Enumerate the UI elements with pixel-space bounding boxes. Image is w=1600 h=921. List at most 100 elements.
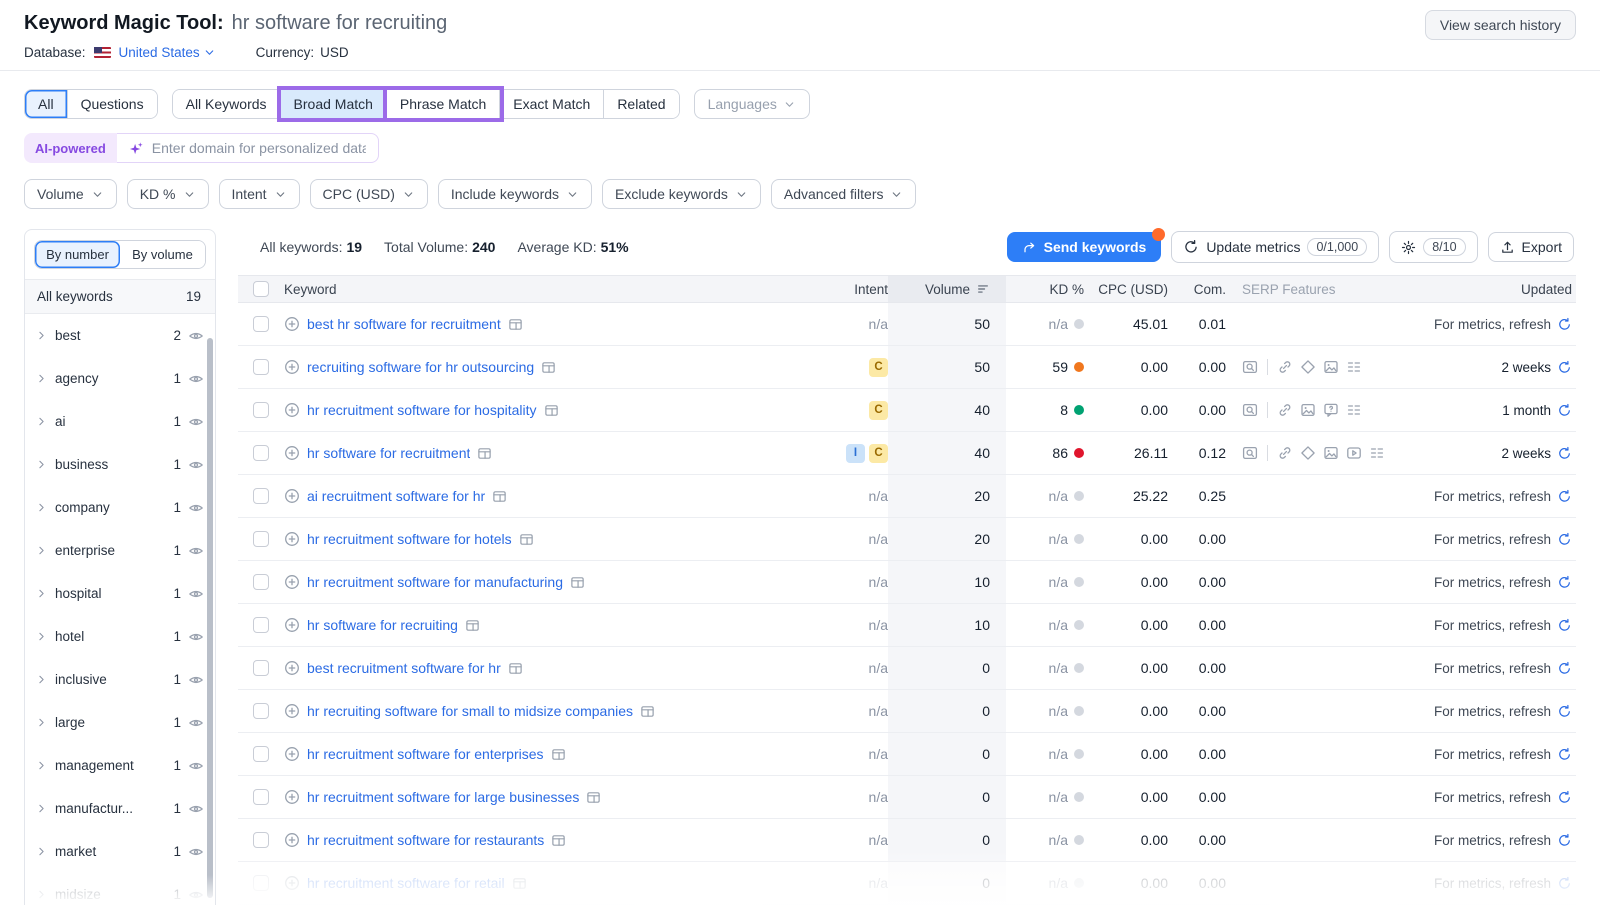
row-checkbox[interactable]	[253, 402, 269, 418]
featured-snippet-icon[interactable]	[1300, 445, 1316, 461]
tab-phrase-match-annotated[interactable]: Phrase Match	[387, 90, 500, 118]
add-keyword-icon[interactable]	[284, 359, 300, 375]
eye-icon[interactable]	[188, 328, 204, 344]
row-checkbox[interactable]	[253, 488, 269, 504]
toggle-by-number[interactable]: By number	[35, 241, 120, 268]
refresh-icon[interactable]	[1557, 446, 1572, 461]
sidebar-group-inclusive[interactable]: inclusive1	[25, 658, 215, 701]
sitelinks-icon[interactable]	[1277, 445, 1293, 461]
keyword-link[interactable]: hr recruitment software for manufacturin…	[307, 574, 563, 590]
add-keyword-icon[interactable]	[284, 832, 300, 848]
keyword-link[interactable]: hr software for recruitment	[307, 445, 470, 461]
row-checkbox[interactable]	[253, 316, 269, 332]
image-pack-icon[interactable]	[1323, 359, 1339, 375]
keyword-link[interactable]: hr recruitment software for large busine…	[307, 789, 579, 805]
row-checkbox[interactable]	[253, 875, 269, 891]
serp-preview-icon[interactable]	[492, 489, 507, 504]
add-keyword-icon[interactable]	[284, 445, 300, 461]
sitelinks-icon[interactable]	[1277, 402, 1293, 418]
people-also-ask-icon[interactable]	[1323, 402, 1339, 418]
serp-preview-icon[interactable]	[541, 360, 556, 375]
settings-button[interactable]: 8/10	[1389, 231, 1477, 263]
sidebar-group-business[interactable]: business1	[25, 443, 215, 486]
keyword-link[interactable]: ai recruitment software for hr	[307, 488, 485, 504]
filter-volume[interactable]: Volume	[24, 179, 117, 209]
serp-preview-icon[interactable]	[551, 747, 566, 762]
eye-icon[interactable]	[188, 629, 204, 645]
refresh-icon[interactable]	[1557, 317, 1572, 332]
tab-exact-match[interactable]: Exact Match	[500, 90, 604, 118]
serp-preview-icon[interactable]	[544, 403, 559, 418]
sidebar-group-hotel[interactable]: hotel1	[25, 615, 215, 658]
row-checkbox[interactable]	[253, 789, 269, 805]
sitelinks-icon[interactable]	[1277, 359, 1293, 375]
video-icon[interactable]	[1346, 445, 1362, 461]
column-volume[interactable]: Volume	[888, 276, 1006, 302]
refresh-icon[interactable]	[1557, 403, 1572, 418]
database-selector[interactable]: United States	[119, 45, 216, 60]
sidebar-group-large[interactable]: large1	[25, 701, 215, 744]
refresh-icon[interactable]	[1557, 360, 1572, 375]
eye-icon[interactable]	[188, 801, 204, 817]
keyword-link[interactable]: hr recruiting software for small to mids…	[307, 703, 633, 719]
sidebar-group-market[interactable]: market1	[25, 830, 215, 873]
add-keyword-icon[interactable]	[284, 875, 300, 891]
eye-icon[interactable]	[188, 500, 204, 516]
related-searches-icon[interactable]	[1346, 402, 1362, 418]
serp-preview-icon[interactable]	[465, 618, 480, 633]
sidebar-group-manufactur-[interactable]: manufactur...1	[25, 787, 215, 830]
add-keyword-icon[interactable]	[284, 488, 300, 504]
tab-all[interactable]: All	[25, 90, 68, 118]
row-checkbox[interactable]	[253, 703, 269, 719]
filter-cpc-usd-[interactable]: CPC (USD)	[310, 179, 428, 209]
tab-all-keywords[interactable]: All Keywords	[173, 90, 281, 118]
sidebar-scrollbar[interactable]	[207, 338, 213, 898]
column-intent[interactable]: Intent	[824, 282, 888, 297]
send-keywords-button[interactable]: Send keywords	[1007, 232, 1162, 262]
eye-icon[interactable]	[188, 543, 204, 559]
eye-icon[interactable]	[188, 414, 204, 430]
eye-icon[interactable]	[188, 887, 204, 903]
serp-preview-icon[interactable]	[1242, 445, 1258, 461]
row-checkbox[interactable]	[253, 832, 269, 848]
refresh-icon[interactable]	[1557, 532, 1572, 547]
sidebar-group-ai[interactable]: ai1	[25, 400, 215, 443]
row-checkbox[interactable]	[253, 617, 269, 633]
refresh-icon[interactable]	[1557, 575, 1572, 590]
column-cpc[interactable]: CPC (USD)	[1084, 282, 1168, 297]
column-kd[interactable]: KD %	[1006, 282, 1084, 297]
add-keyword-icon[interactable]	[284, 531, 300, 547]
serp-preview-icon[interactable]	[640, 704, 655, 719]
related-searches-icon[interactable]	[1346, 359, 1362, 375]
serp-preview-icon[interactable]	[508, 317, 523, 332]
refresh-icon[interactable]	[1557, 876, 1572, 891]
add-keyword-icon[interactable]	[284, 660, 300, 676]
column-keyword[interactable]: Keyword	[284, 282, 824, 297]
refresh-icon[interactable]	[1557, 833, 1572, 848]
add-keyword-icon[interactable]	[284, 402, 300, 418]
serp-preview-icon[interactable]	[508, 661, 523, 676]
domain-input[interactable]	[152, 140, 366, 156]
keyword-link[interactable]: hr recruitment software for hospitality	[307, 402, 537, 418]
sidebar-group-hospital[interactable]: hospital1	[25, 572, 215, 615]
column-updated[interactable]: Updated	[1398, 282, 1576, 297]
eye-icon[interactable]	[188, 758, 204, 774]
export-button[interactable]: Export	[1488, 232, 1574, 262]
row-checkbox[interactable]	[253, 746, 269, 762]
eye-icon[interactable]	[188, 715, 204, 731]
update-metrics-button[interactable]: Update metrics 0/1,000	[1171, 231, 1379, 263]
serp-preview-icon[interactable]	[551, 833, 566, 848]
keyword-link[interactable]: recruiting software for hr outsourcing	[307, 359, 534, 375]
row-checkbox[interactable]	[253, 574, 269, 590]
select-all-checkbox[interactable]	[253, 281, 269, 297]
related-searches-icon[interactable]	[1369, 445, 1385, 461]
serp-preview-icon[interactable]	[477, 446, 492, 461]
refresh-icon[interactable]	[1557, 661, 1572, 676]
sidebar-group-agency[interactable]: agency1	[25, 357, 215, 400]
sidebar-group-best[interactable]: best2	[25, 314, 215, 357]
serp-preview-icon[interactable]	[586, 790, 601, 805]
refresh-icon[interactable]	[1557, 489, 1572, 504]
all-keywords-group[interactable]: All keywords 19	[25, 279, 215, 314]
refresh-icon[interactable]	[1557, 618, 1572, 633]
keyword-link[interactable]: best hr software for recruitment	[307, 316, 501, 332]
